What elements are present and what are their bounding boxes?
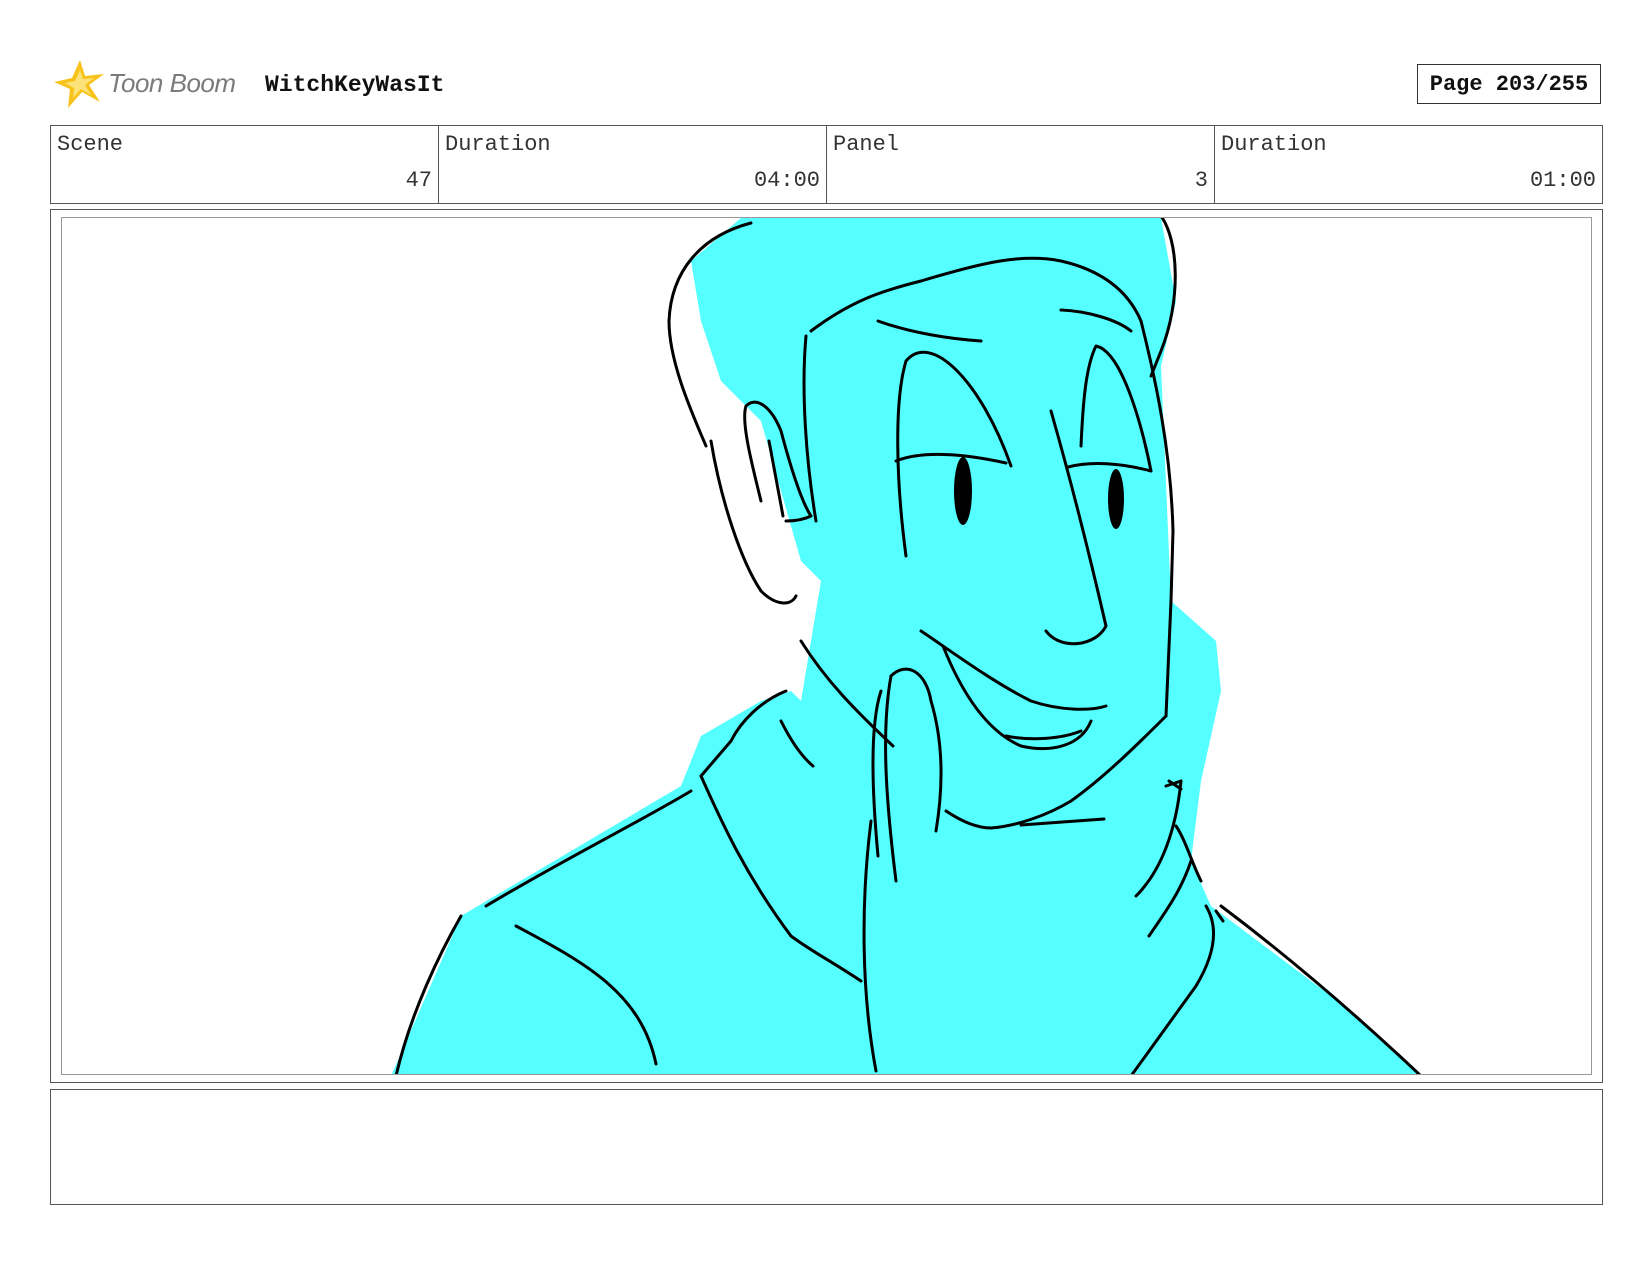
character-fill: [391, 218, 1419, 1074]
panel-duration-label: Duration: [1221, 132, 1327, 157]
scene-cell: Scene 47: [51, 126, 439, 203]
panel-duration-cell: Duration 01:00: [1215, 126, 1602, 203]
scene-duration-cell: Duration 04:00: [439, 126, 827, 203]
panel-duration-value: 01:00: [1529, 168, 1596, 193]
logo-star-icon: [54, 60, 104, 108]
logo-text: Toon Boom: [108, 68, 236, 98]
page-number: Page 203/255: [1417, 64, 1601, 104]
project-title: WitchKeyWasIt: [265, 72, 445, 98]
panel-value: 3: [1194, 168, 1208, 193]
toon-boom-logo: Toon Boom: [52, 56, 252, 112]
scene-duration-value: 04:00: [753, 168, 820, 193]
character-drawing: [391, 218, 1422, 1074]
panel-cell: Panel 3: [827, 126, 1215, 203]
storyboard-panel-image: [61, 217, 1592, 1075]
panel-info-table: Scene 47 Duration 04:00 Panel 3 Duration…: [50, 125, 1603, 204]
panel-label: Panel: [833, 132, 900, 157]
scene-label: Scene: [57, 132, 124, 157]
scene-value: 47: [405, 168, 432, 193]
scene-duration-label: Duration: [445, 132, 551, 157]
panel-notes-box: [50, 1089, 1603, 1205]
